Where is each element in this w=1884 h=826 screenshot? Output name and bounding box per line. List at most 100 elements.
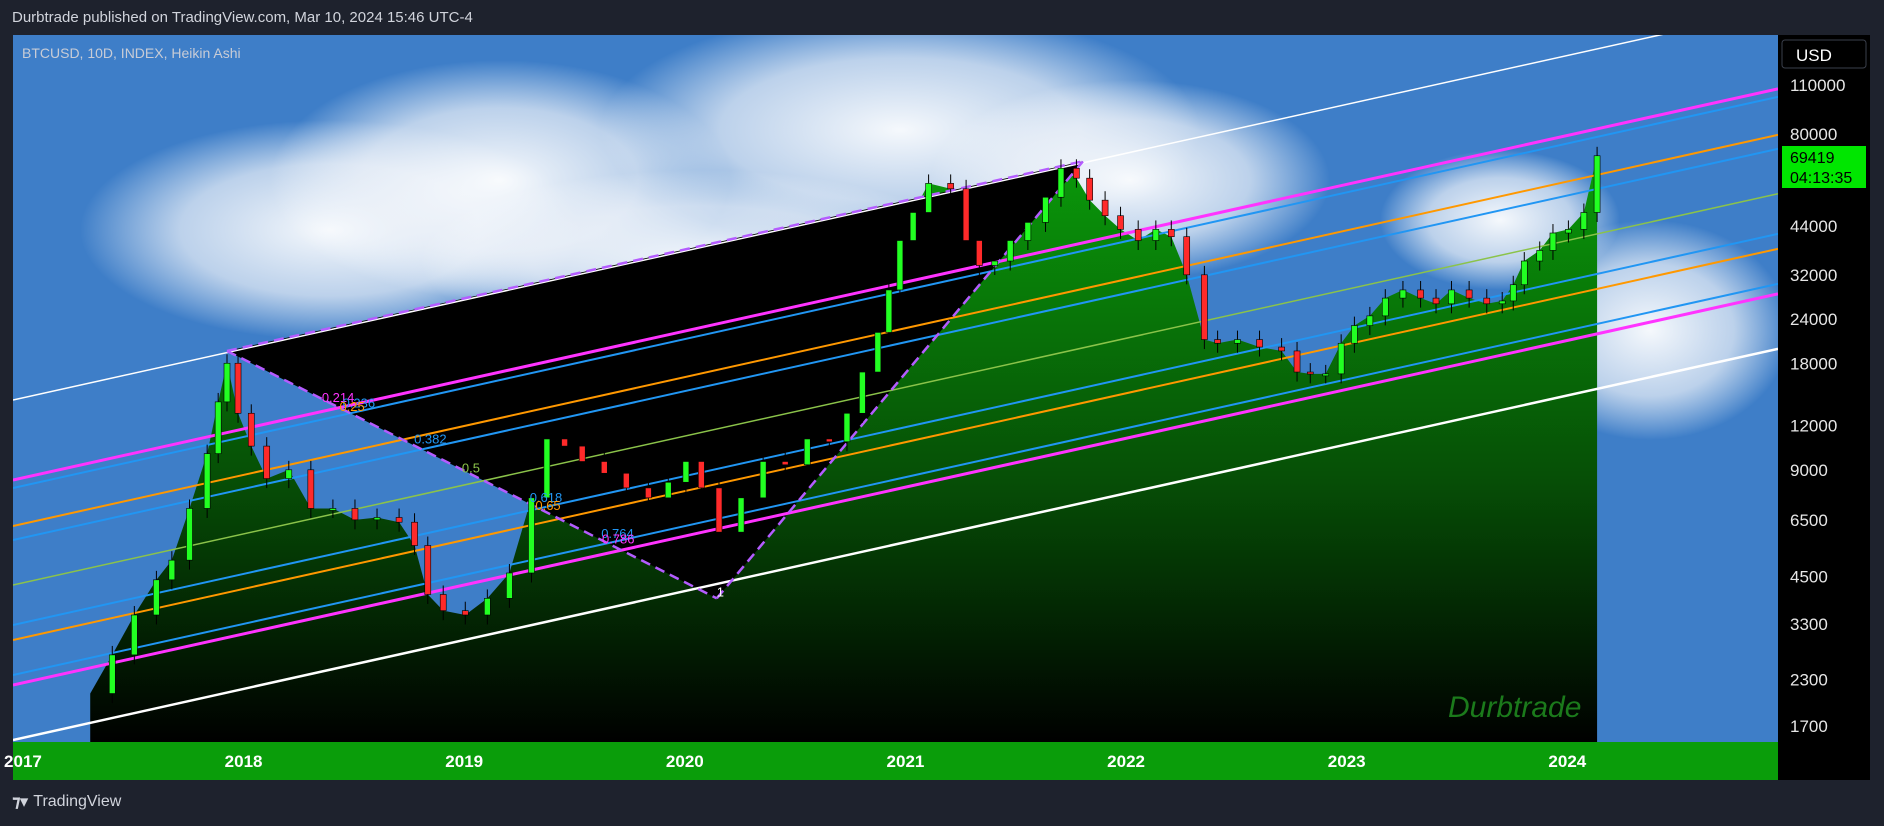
- candle-body[interactable]: [896, 240, 904, 291]
- candle-body[interactable]: [1101, 199, 1109, 217]
- candle-body[interactable]: [1417, 289, 1424, 299]
- candle-body[interactable]: [528, 497, 535, 574]
- currency-button[interactable]: USD: [1781, 39, 1867, 69]
- candle-body[interactable]: [843, 412, 851, 443]
- footer-brand: TradingView: [33, 793, 122, 810]
- candle-body[interactable]: [424, 545, 432, 595]
- candle-body[interactable]: [131, 614, 138, 656]
- candle-body[interactable]: [1006, 240, 1014, 262]
- time-tick-label: 2018: [225, 752, 263, 771]
- candle-body[interactable]: [715, 487, 723, 533]
- time-tick-label: 2017: [4, 752, 42, 771]
- candle-body[interactable]: [1593, 155, 1601, 213]
- candle-body[interactable]: [698, 461, 705, 489]
- candle-body[interactable]: [947, 183, 954, 190]
- candle-body[interactable]: [1024, 222, 1032, 241]
- candle-body[interactable]: [1580, 212, 1588, 230]
- candle-body[interactable]: [1086, 177, 1093, 201]
- currency-label: USD: [1796, 46, 1832, 65]
- candle-body[interactable]: [925, 183, 932, 213]
- candle-body[interactable]: [664, 481, 672, 499]
- candle-body[interactable]: [561, 438, 568, 447]
- candle-body[interactable]: [1432, 297, 1440, 305]
- price-chart[interactable]: 0.2140.2360.250.3820.50.6180.650.7640.78…: [0, 0, 1884, 826]
- candle-body[interactable]: [1278, 346, 1285, 352]
- candle-body[interactable]: [1399, 289, 1407, 299]
- candle-body[interactable]: [1549, 232, 1557, 251]
- candle-body[interactable]: [1183, 236, 1191, 276]
- candle-body[interactable]: [1073, 167, 1080, 179]
- candle-body[interactable]: [1057, 167, 1065, 198]
- candle-body[interactable]: [186, 508, 193, 561]
- candle-body[interactable]: [1536, 250, 1544, 262]
- candle-body[interactable]: [682, 461, 690, 483]
- candle-body[interactable]: [1498, 300, 1506, 305]
- candle-body[interactable]: [439, 594, 447, 611]
- candle-body[interactable]: [803, 438, 811, 466]
- time-tick-label: 2023: [1328, 752, 1366, 771]
- candle-body[interactable]: [506, 572, 513, 599]
- candle-body[interactable]: [373, 517, 381, 521]
- candle-body[interactable]: [1152, 229, 1160, 241]
- candle-body[interactable]: [329, 508, 337, 511]
- candle-body[interactable]: [874, 332, 882, 373]
- candle-body[interactable]: [1351, 325, 1358, 344]
- candle-body[interactable]: [214, 401, 222, 454]
- candle-body[interactable]: [247, 412, 255, 447]
- candle-body[interactable]: [600, 461, 608, 474]
- candle-body[interactable]: [909, 212, 917, 241]
- candle-body[interactable]: [737, 497, 745, 533]
- candle-body[interactable]: [962, 188, 970, 241]
- candle-body[interactable]: [578, 445, 586, 462]
- candle-body[interactable]: [826, 438, 833, 443]
- time-tick-label: 2024: [1548, 752, 1586, 771]
- candle-body[interactable]: [1322, 373, 1330, 377]
- candle-body[interactable]: [351, 508, 359, 521]
- candle-body[interactable]: [645, 487, 652, 499]
- candle-body[interactable]: [1565, 229, 1572, 234]
- candle-body[interactable]: [1509, 284, 1517, 302]
- candle-body[interactable]: [307, 469, 315, 509]
- candle-body[interactable]: [976, 240, 983, 266]
- candle-body[interactable]: [234, 362, 242, 414]
- candle-body[interactable]: [781, 461, 789, 466]
- fib-level-label: 0.65: [535, 498, 560, 513]
- candle-body[interactable]: [108, 654, 116, 694]
- candle-body[interactable]: [1167, 229, 1175, 238]
- candle-body[interactable]: [411, 521, 418, 546]
- candle-body[interactable]: [1381, 297, 1389, 317]
- candle-body[interactable]: [203, 453, 211, 509]
- candle-body[interactable]: [263, 445, 271, 479]
- candle-body[interactable]: [1366, 315, 1374, 326]
- candle-body[interactable]: [223, 362, 231, 403]
- candle-body[interactable]: [859, 371, 866, 414]
- candle-body[interactable]: [759, 461, 767, 499]
- candle-body[interactable]: [168, 559, 176, 581]
- candle-body[interactable]: [484, 598, 491, 616]
- candle-body[interactable]: [1520, 260, 1528, 286]
- candle-body[interactable]: [1214, 339, 1221, 344]
- candle-body[interactable]: [885, 289, 893, 333]
- candle-body[interactable]: [1256, 339, 1263, 348]
- candle-body[interactable]: [623, 472, 630, 489]
- candle-body[interactable]: [1465, 289, 1473, 299]
- candle-body[interactable]: [285, 469, 293, 479]
- last-price-value: 69419: [1790, 150, 1835, 167]
- symbol-label: BTCUSD, 10D, INDEX, Heikin Ashi: [22, 45, 241, 61]
- candle-body[interactable]: [1042, 196, 1049, 223]
- candle-body[interactable]: [461, 610, 469, 616]
- candle-body[interactable]: [1234, 339, 1241, 344]
- candle-body[interactable]: [1337, 342, 1345, 375]
- candle-body[interactable]: [395, 517, 403, 523]
- candle-body[interactable]: [1134, 229, 1142, 241]
- fib-level-label: 0.382: [414, 431, 447, 446]
- candle-body[interactable]: [991, 260, 999, 266]
- candle-body[interactable]: [153, 579, 160, 616]
- candle-body[interactable]: [1117, 215, 1124, 230]
- candle-body[interactable]: [1483, 297, 1491, 305]
- candle-body[interactable]: [1201, 274, 1208, 340]
- candle-body[interactable]: [1306, 371, 1314, 375]
- candle-body[interactable]: [1293, 350, 1301, 373]
- fib-level-label: 0.5: [462, 461, 480, 476]
- candle-body[interactable]: [1448, 289, 1455, 305]
